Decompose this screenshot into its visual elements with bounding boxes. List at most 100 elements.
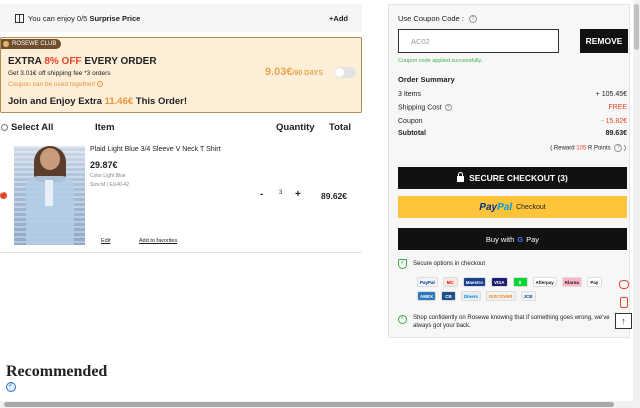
reward-post: R Points [587,145,611,152]
payment-icon-afterpay: Afterpay [532,277,557,287]
product-image-head [40,148,60,170]
summary-coupon-line: Coupon - 15.82€ [398,118,627,125]
payment-icon-discover: DISCOVER [486,291,516,301]
reward-pre: ( Reward [550,145,575,152]
summary-shipping-label-text: Shipping Cost [398,104,442,112]
gpay-pre: Buy with [485,234,515,244]
verified-badge-icon [6,381,16,392]
club-toggle[interactable] [334,67,356,78]
horizontal-scrollbar[interactable] [0,401,633,408]
club-join-text: Join and Enjoy Extra 11.46€ This Order! [8,96,187,107]
coupon-help-icon[interactable]: ? [468,15,477,24]
summary-shipping-label: Shipping Cost? [398,104,452,111]
paypal-logo-pay: Pay [479,201,498,213]
club-tag: ROSEWE CLUB [1,39,62,49]
cart-item-row: Plaid Light Blue 3/4 Sleeve V Neck T Shi… [0,140,362,253]
payment-icon-jcb: JCB [520,291,536,301]
rosewe-club-banner: ROSEWE CLUB EXTRA 8% OFF EVERY ORDER Get… [0,37,362,113]
payment-methods: PayPal MC Maestro VISA $ Afterpay Klarna Pay AME… [417,277,617,301]
club-shipping: Get 3.01€ off shipping fee *3 orders [8,70,111,77]
shield-icon [398,259,407,269]
summary-items-label: 3 Items [398,91,421,98]
edit-link[interactable]: Edit [101,238,110,244]
summary-subtotal-label: Subtotal [398,130,426,137]
product-price: 29.87€ [90,160,118,170]
summary-coupon-label: Coupon [398,118,423,125]
summary-shipping-value: FREE [608,104,627,111]
reward-help-icon[interactable]: ? [614,144,623,152]
club-join-amount: 11.46€ [104,96,134,107]
club-price-period: /90 DAYS [292,70,324,77]
payment-icon-diners: Diners [461,291,482,301]
google-pay-button[interactable]: Buy with G Pay [398,228,627,250]
select-all-checkbox[interactable] [1,124,8,131]
secure-checkout-label: SECURE CHECKOUT (3) [469,173,568,183]
vertical-scrollbar[interactable] [633,0,640,408]
payment-icon-paypal: PayPal [417,277,438,287]
surprise-price-banner: You can enjoy 0/5 Surprise Price +Add [0,4,362,32]
remove-coupon-button[interactable]: REMOVE [580,29,628,53]
summary-items-line: 3 Items + 105.45€ [398,91,627,98]
check-circle-icon [398,314,407,324]
select-all-label[interactable]: Select All [11,122,53,133]
payment-icon-amex: AMEX [417,291,437,301]
paypal-checkout-label: Checkout [516,203,546,211]
recommended-heading: Recommended [6,363,108,380]
payment-icon-maestro: Maestro [462,277,487,287]
product-image-bow [45,180,53,206]
total-column-header: Total [329,122,351,133]
club-tag-label: ROSEWE CLUB [12,41,57,47]
google-g-icon: G [517,234,524,244]
coupon-label: Use Coupon Code : ? [398,14,477,24]
paypal-checkout-button[interactable]: PayPal Checkout [398,196,627,218]
reward-points-value: 105 [576,145,587,152]
shipping-help-icon[interactable]: ? [444,104,452,111]
order-summary-title: Order Summary [398,75,455,84]
add-to-favorites-link[interactable]: Add to favorites [139,238,177,244]
gpay-post: Pay [526,234,540,244]
product-size: Size:M | EU40-42 [90,182,130,188]
club-price: 9.03€/90 DAYS [265,66,323,78]
club-headline-pre: EXTRA [8,56,42,67]
item-total: 89.62€ [321,191,347,201]
club-join-pre: Join and Enjoy Extra [8,96,102,107]
coupon-success-message: Coupon code applied successfully. [398,58,483,64]
cart-table-header: Select All Item Quantity Total [0,120,362,136]
back-to-top-button[interactable]: ↑ [615,313,632,329]
payment-icon-klarna: Klarna [561,277,582,287]
info-icon[interactable]: ? [97,81,104,88]
reward-points: ( Reward 105 R Points ? ) [550,144,626,152]
chat-icon[interactable] [619,280,629,289]
club-coupon-note: Coupon can be used together! ? [8,81,104,88]
phone-icon[interactable] [620,297,628,308]
club-headline: EXTRA 8% OFF EVERY ORDER [8,56,157,67]
payment-icon-visa: VISA [491,277,508,287]
add-surprise-button[interactable]: +Add [329,14,348,23]
summary-items-value: + 105.45€ [595,91,627,98]
summary-subtotal-line: Subtotal 89.63€ [398,130,627,137]
coupon-input[interactable] [398,29,559,53]
item-column-header: Item [95,122,115,133]
coupon-label-text: Use Coupon Code : [398,14,464,23]
quantity-increase-button[interactable]: + [295,189,301,200]
payment-icon-: $ [512,277,528,287]
secure-checkout-button[interactable]: SECURE CHECKOUT (3) [398,167,627,189]
club-coupon-note-text: Coupon can be used together! [8,81,96,88]
product-image[interactable] [14,146,85,245]
quantity-column-header: Quantity [276,122,315,133]
club-badge-icon [3,41,9,47]
club-headline-post: EVERY ORDER [84,56,157,67]
horizontal-scrollbar-thumb[interactable] [4,402,614,407]
product-name[interactable]: Plaid Light Blue 3/4 Sleeve V Neck T Shi… [90,146,220,153]
vertical-scrollbar-thumb[interactable] [634,4,639,50]
secure-options-text: Secure options in checkout [413,261,486,267]
shop-confidently-text: Shop confidently on Rosewe knowing that … [413,315,610,329]
club-join-post: This Order! [135,96,187,107]
item-select-checkbox[interactable] [0,190,7,199]
quantity-value[interactable]: 3 [279,190,282,196]
lock-icon [457,172,465,182]
quantity-decrease-button[interactable]: - [260,189,263,200]
summary-coupon-value: - 15.82€ [601,118,627,125]
payment-icon-mc: MC [442,277,458,287]
shop-confidently: Shop confidently on Rosewe knowing that … [398,314,623,330]
